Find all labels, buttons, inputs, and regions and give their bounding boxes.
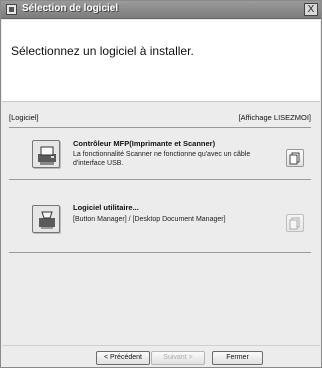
readme-utility-button[interactable]	[286, 214, 304, 232]
title-bar[interactable]: Sélection de logiciel X	[1, 1, 321, 19]
window-title: Sélection de logiciel	[22, 3, 119, 14]
utility-software-description: [Button Manager] / [Desktop Document Man…	[73, 216, 226, 223]
close-button[interactable]: Fermer	[212, 351, 263, 365]
next-button[interactable]: Suivant >	[151, 351, 205, 365]
header-panel: Sélectionnez un logiciel à installer.	[2, 20, 320, 102]
utility-software-icon[interactable]	[32, 205, 60, 233]
software-column-label: [Logiciel]	[9, 113, 39, 122]
footer-divider	[2, 345, 320, 346]
utility-software-title[interactable]: Logiciel utilitaire...	[73, 203, 139, 212]
list-header: [Logiciel] [Affichage LISEZMOI]	[9, 112, 311, 126]
list-divider	[9, 127, 311, 128]
mfp-controller-description: La fonctionnalité Scanner ne fonctionne …	[73, 151, 251, 167]
page-heading: Sélectionnez un logiciel à installer.	[11, 44, 194, 58]
document-icon	[289, 217, 300, 230]
document-icon	[289, 152, 300, 165]
mfp-controller-title[interactable]: Contrôleur MFP(Imprimante et Scanner)	[73, 139, 215, 148]
readme-column-label: [Affichage LISEZMOI]	[238, 113, 311, 122]
printer-scanner-icon[interactable]	[32, 140, 60, 168]
installer-window: Sélection de logiciel X Sélectionnez un …	[0, 0, 322, 368]
close-window-button[interactable]: X	[304, 3, 318, 16]
software-list: [Logiciel] [Affichage LISEZMOI] Contrôle…	[2, 102, 320, 348]
item-divider	[9, 179, 311, 180]
back-button[interactable]: < Précédent	[96, 351, 150, 365]
app-icon	[6, 4, 17, 15]
item-divider	[9, 252, 311, 253]
readme-mfp-button[interactable]	[286, 149, 304, 167]
